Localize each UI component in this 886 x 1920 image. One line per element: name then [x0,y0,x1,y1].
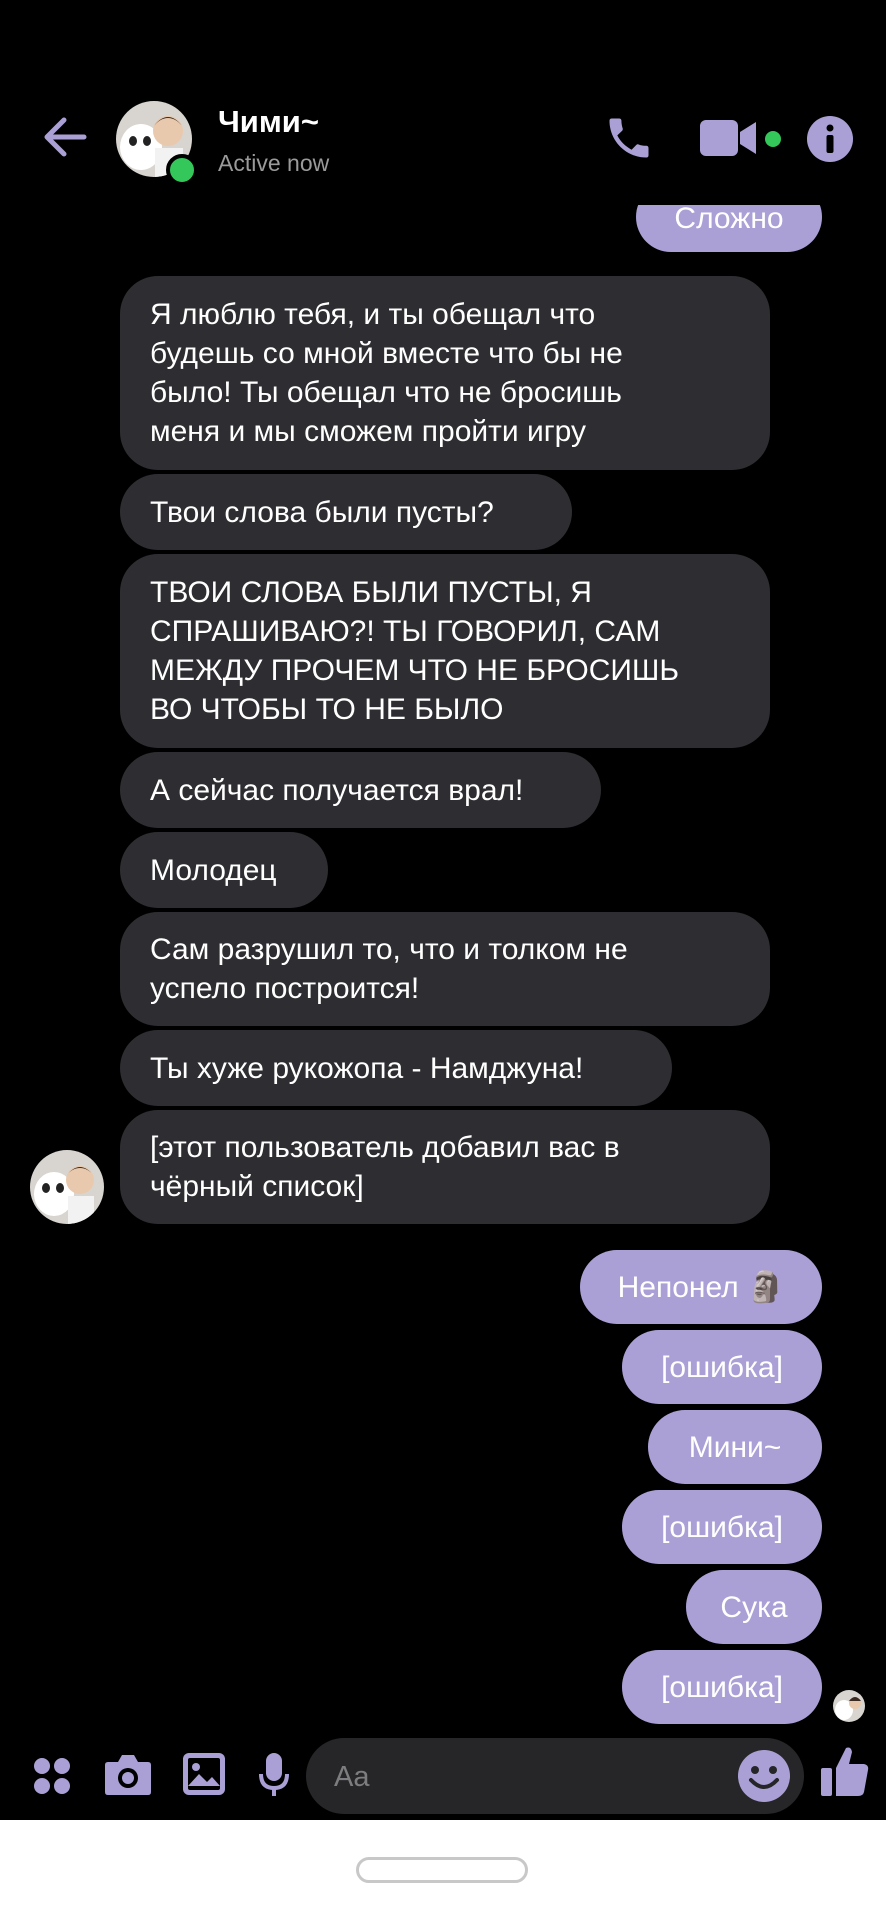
message-text: Мини~ [688,1430,782,1464]
message-text: Непонел 🗿 [617,1270,785,1304]
message-text: Молодец [150,853,277,887]
camera-button[interactable] [104,1752,152,1801]
message-text: Ты хуже рукожопа - Намджуна! [150,1051,584,1085]
message-text: А сейчас получается врал! [150,773,524,807]
message-bubble-outgoing[interactable]: [ошибка] [622,1490,822,1564]
message-bubble-outgoing[interactable]: Сука [686,1570,822,1644]
grid-dots-icon [34,1758,70,1794]
message-bubble-incoming[interactable]: Молодец [120,832,328,908]
message-bubble-incoming[interactable]: [этот пользователь добавил вас в чёрный … [120,1110,770,1224]
message-bubble-outgoing[interactable]: [ошибка] [622,1650,822,1724]
message-bubble-outgoing[interactable]: Непонел 🗿 [580,1250,822,1324]
info-icon [807,116,853,162]
message-composer[interactable] [306,1738,804,1814]
message-text: Я люблю тебя, и ты обещал что будешь со … [150,298,623,448]
like-button[interactable] [820,1744,870,1803]
microphone-icon [259,1753,289,1796]
video-camera-icon [700,120,756,156]
phone-icon [609,118,649,158]
message-text: ТВОИ СЛОВА БЫЛИ ПУСТЫ, Я СПРАШИВАЮ?! ТЫ … [150,576,680,726]
voice-message-button[interactable] [258,1752,290,1803]
message-bubble-outgoing[interactable]: Мини~ [648,1410,822,1484]
message-bubble-incoming[interactable]: А сейчас получается врал! [120,752,601,828]
message-bubble-incoming[interactable]: Сам разрушил то, что и толком не успело … [120,912,770,1026]
message-text: [ошибка] [661,1350,783,1384]
online-status-dot [166,154,198,186]
contact-avatar-small[interactable] [30,1150,104,1224]
call-button[interactable] [603,112,655,164]
message-bubble-incoming[interactable]: Ты хуже рукожопа - Намджуна! [120,1030,672,1106]
message-text: Сам разрушил то, что и толком не успело … [150,933,628,1005]
message-text: [этот пользователь добавил вас в чёрный … [150,1131,620,1203]
message-text: Твои слова были пусты? [150,495,494,529]
apps-button[interactable] [32,1756,72,1801]
message-text: Сука [720,1590,788,1624]
message-list[interactable]: Сложно Я люблю тебя, и ты обещал что буд… [0,0,886,1740]
message-text: [ошибка] [661,1670,783,1704]
emoji-button[interactable] [736,1748,792,1804]
gallery-button[interactable] [182,1752,226,1801]
seen-avatar-indicator [833,1690,865,1722]
image-icon [183,1753,225,1795]
thumbs-up-icon [821,1747,869,1796]
info-button[interactable] [807,116,853,162]
message-input[interactable] [332,1756,716,1798]
back-button[interactable] [40,112,90,162]
arrow-left-icon [44,117,87,157]
video-status-dot [765,131,781,147]
active-status: Active now [218,150,330,176]
emoji-icon [738,1750,790,1802]
message-text: [ошибка] [661,1510,783,1544]
camera-icon [105,1755,151,1795]
contact-name[interactable]: Чими~ [218,104,319,140]
message-bubble-incoming[interactable]: Я люблю тебя, и ты обещал что будешь со … [120,276,770,470]
chat-header: Чими~ Active now [0,0,886,205]
message-bubble-outgoing[interactable]: [ошибка] [622,1330,822,1404]
home-gesture-pill[interactable] [356,1857,528,1883]
message-bubble-incoming[interactable]: ТВОИ СЛОВА БЫЛИ ПУСТЫ, Я СПРАШИВАЮ?! ТЫ … [120,554,770,748]
video-call-button[interactable] [700,118,760,158]
message-bubble-incoming[interactable]: Твои слова были пусты? [120,474,572,550]
